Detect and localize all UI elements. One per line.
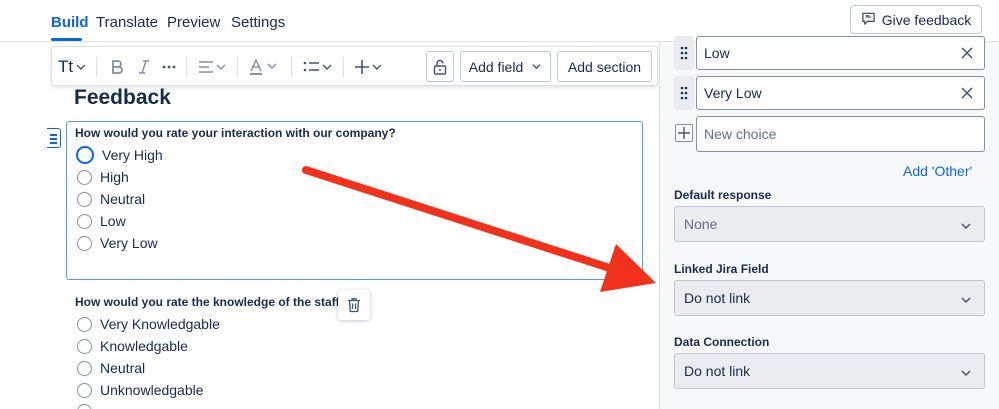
toolbar-divider bbox=[237, 57, 238, 77]
radio-button[interactable] bbox=[77, 316, 92, 332]
data-connection-select[interactable]: Do not link bbox=[674, 353, 985, 389]
linked-jira-field-label: Linked Jira Field bbox=[674, 262, 769, 276]
option-label: Neutral bbox=[100, 360, 146, 376]
drag-handle-icon[interactable] bbox=[674, 36, 694, 70]
radio-button[interactable] bbox=[77, 338, 92, 354]
lock-toggle-button[interactable] bbox=[426, 51, 454, 82]
choice-input[interactable]: Low bbox=[696, 36, 985, 70]
chevron-down-icon bbox=[961, 370, 971, 377]
radio-option[interactable]: Very Knowledgable bbox=[77, 316, 220, 332]
data-connection-label: Data Connection bbox=[674, 335, 770, 349]
drag-handle-icon[interactable] bbox=[47, 128, 61, 148]
question-label: How would you rate your interaction with… bbox=[75, 126, 396, 140]
option-label: Low bbox=[100, 213, 126, 229]
option-label: Knowledgable bbox=[100, 338, 188, 354]
tab-translate[interactable]: Translate bbox=[96, 14, 158, 31]
option-label: Very Knowledgable bbox=[100, 316, 220, 332]
italic-icon[interactable] bbox=[138, 55, 150, 79]
feedback-icon bbox=[861, 11, 876, 29]
chevron-down-icon bbox=[961, 223, 971, 230]
add-section-label: Add section bbox=[567, 58, 642, 75]
choice-input[interactable]: Very Low bbox=[696, 76, 985, 110]
toolbar-divider bbox=[291, 57, 292, 77]
chevron-down-icon bbox=[532, 64, 541, 70]
option-label: Very Low bbox=[100, 235, 158, 251]
radio-option[interactable]: Low bbox=[77, 213, 126, 229]
radio-button[interactable] bbox=[77, 169, 92, 185]
radio-option[interactable]: Neutral bbox=[77, 360, 145, 376]
add-field-button[interactable]: Add field bbox=[460, 51, 551, 82]
radio-button[interactable] bbox=[77, 404, 92, 409]
new-choice-placeholder: New choice bbox=[704, 126, 777, 142]
toolbar-divider bbox=[96, 57, 97, 77]
radio-button[interactable] bbox=[77, 360, 92, 376]
text-color-icon[interactable] bbox=[248, 55, 280, 79]
align-icon[interactable] bbox=[198, 55, 228, 79]
radio-option[interactable]: High bbox=[77, 169, 129, 185]
delete-question-button[interactable] bbox=[338, 290, 370, 320]
new-choice-input[interactable]: New choice bbox=[696, 116, 985, 152]
bold-icon[interactable] bbox=[110, 55, 124, 79]
chevron-down-icon bbox=[76, 64, 86, 70]
add-section-button[interactable]: Add section bbox=[557, 51, 652, 82]
text-style-label: Tt bbox=[58, 57, 74, 76]
list-icon[interactable] bbox=[303, 55, 335, 79]
choice-value: Low bbox=[704, 45, 730, 61]
drag-handle-icon[interactable] bbox=[674, 76, 694, 110]
option-label: Very High bbox=[102, 147, 163, 163]
radio-button[interactable] bbox=[77, 213, 92, 229]
radio-button[interactable] bbox=[77, 235, 92, 251]
more-icon[interactable] bbox=[162, 55, 176, 79]
tab-preview[interactable]: Preview bbox=[167, 14, 220, 31]
radio-option[interactable]: Very High bbox=[76, 146, 163, 164]
default-response-select[interactable]: None bbox=[674, 206, 985, 242]
trash-icon bbox=[348, 298, 360, 313]
unlock-icon bbox=[433, 59, 447, 75]
form-title[interactable]: Feedback bbox=[74, 86, 171, 110]
top-nav: Build Translate Preview Settings bbox=[0, 0, 659, 42]
radio-option[interactable]: Very Low bbox=[77, 235, 158, 251]
linked-jira-field-select[interactable]: Do not link bbox=[674, 280, 985, 316]
choice-value: Very Low bbox=[704, 85, 762, 101]
toolbar-divider bbox=[343, 57, 344, 77]
chevron-down-icon bbox=[961, 297, 971, 304]
insert-icon[interactable] bbox=[354, 55, 384, 79]
radio-option[interactable] bbox=[77, 404, 92, 409]
tab-settings[interactable]: Settings bbox=[231, 14, 285, 31]
radio-option[interactable]: Neutral bbox=[77, 191, 145, 207]
toolbar-divider bbox=[186, 57, 187, 77]
tab-build[interactable]: Build bbox=[51, 14, 89, 31]
plus-icon[interactable] bbox=[675, 124, 693, 142]
close-icon[interactable] bbox=[960, 46, 974, 60]
default-response-label: Default response bbox=[674, 188, 772, 202]
linked-jira-field-value: Do not link bbox=[684, 290, 751, 306]
text-style-dropdown[interactable]: Tt bbox=[58, 55, 87, 79]
close-icon[interactable] bbox=[960, 86, 974, 100]
add-field-label: Add field bbox=[468, 58, 524, 75]
add-other-link[interactable]: Add 'Other' bbox=[903, 163, 972, 179]
give-feedback-button[interactable]: Give feedback bbox=[850, 5, 982, 34]
data-connection-value: Do not link bbox=[684, 363, 751, 379]
default-response-value: None bbox=[684, 216, 718, 232]
radio-button[interactable] bbox=[77, 382, 92, 398]
option-label: Neutral bbox=[100, 191, 146, 207]
form-builder: Build Translate Preview Settings Give fe… bbox=[0, 0, 999, 409]
question-card-selected[interactable] bbox=[66, 121, 643, 280]
option-label: Unknowledgable bbox=[100, 382, 204, 398]
question-label: How would you rate the knowledge of the … bbox=[75, 295, 348, 309]
radio-button[interactable] bbox=[76, 146, 94, 164]
give-feedback-label: Give feedback bbox=[881, 11, 972, 28]
radio-button[interactable] bbox=[77, 191, 92, 207]
radio-option[interactable]: Knowledgable bbox=[77, 338, 188, 354]
option-label: High bbox=[100, 169, 129, 185]
editor-toolbar: Tt Add field Add section bbox=[51, 46, 658, 86]
radio-option[interactable]: Unknowledgable bbox=[77, 382, 204, 398]
